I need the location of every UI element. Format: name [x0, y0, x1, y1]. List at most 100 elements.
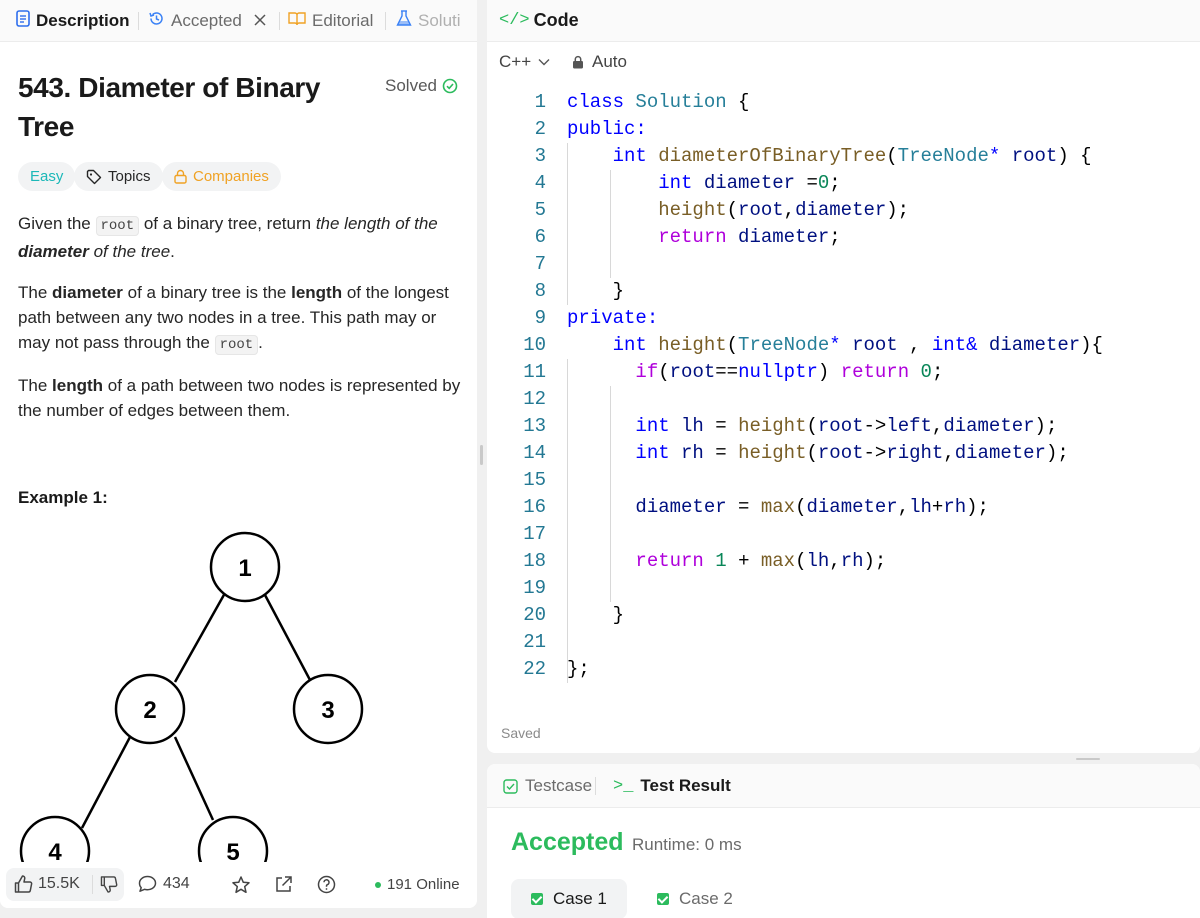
line-number: 6	[534, 226, 546, 248]
code-token: {	[726, 91, 750, 113]
code-line[interactable]: 13 int lh = height(root->left,diameter);	[487, 413, 1200, 440]
check-circle-icon	[442, 78, 458, 94]
code-line[interactable]: 3 int diameterOfBinaryTree(TreeNode* roo…	[487, 143, 1200, 170]
history-icon	[148, 10, 165, 32]
line-content: if(root==nullptr) return 0;	[567, 359, 943, 386]
line-number: 1	[534, 91, 546, 113]
companies-chip[interactable]: Companies	[162, 162, 281, 191]
topics-label: Topics	[108, 168, 151, 185]
comment-icon	[138, 875, 157, 892]
share-button[interactable]	[274, 875, 293, 899]
code-token: );	[966, 496, 989, 518]
vote-group: 15.5K	[6, 868, 124, 901]
comments-button[interactable]: 434	[138, 875, 190, 893]
code-line[interactable]: 9 private:	[487, 305, 1200, 332]
tree-node-label: 3	[321, 697, 334, 724]
code-header: </> Code	[487, 0, 1200, 42]
close-tab-icon[interactable]	[254, 11, 266, 31]
code-token: rh	[681, 442, 716, 464]
code-line[interactable]: 10 int height(TreeNode* root , int& diam…	[487, 332, 1200, 359]
code-token: (	[886, 145, 898, 167]
auto-mode[interactable]: Auto	[572, 52, 627, 72]
code-token: ,	[943, 442, 955, 464]
code-line[interactable]: 2 public:	[487, 116, 1200, 143]
tab-description[interactable]: Description	[16, 0, 130, 42]
topics-chip[interactable]: Topics	[74, 162, 163, 191]
code-title: Code	[533, 10, 579, 30]
online-status: 191 Online	[375, 876, 460, 893]
case-2-tab[interactable]: Case 2	[637, 879, 753, 918]
language-select[interactable]: C++	[499, 52, 550, 72]
code-line[interactable]: 22};	[487, 656, 1200, 683]
code-token: private:	[567, 307, 659, 329]
code-token: diameter	[806, 496, 898, 518]
tab-test-result[interactable]: >_ Test Result	[613, 764, 731, 808]
code-line[interactable]: 17	[487, 521, 1200, 548]
text: .	[258, 333, 263, 352]
code-line[interactable]: 18 return 1 + max(lh,rh);	[487, 548, 1200, 575]
code-line[interactable]: 14 int rh = height(root->right,diameter)…	[487, 440, 1200, 467]
example-tree-diagram: 1 2 3 4 5	[19, 531, 364, 862]
case-label: Case 1	[553, 889, 607, 908]
vertical-resize-handle[interactable]	[480, 445, 483, 465]
code-token: int	[612, 334, 659, 356]
code-line[interactable]: 5 height(root,diameter);	[487, 197, 1200, 224]
code-token: ){	[1080, 334, 1103, 356]
code-line[interactable]: 16 diameter = max(diameter,lh+rh);	[487, 494, 1200, 521]
test-tabbar: Testcase >_ Test Result	[487, 764, 1200, 808]
tab-testcase[interactable]: Testcase	[503, 764, 592, 808]
line-content: int diameterOfBinaryTree(TreeNode* root)…	[567, 143, 1092, 170]
text: The	[18, 376, 53, 395]
code-line[interactable]: 4 int diameter =0;	[487, 170, 1200, 197]
problem-paragraph-1: Given the root of a binary tree, return …	[18, 211, 463, 264]
tab-editorial[interactable]: Editorial	[288, 0, 373, 42]
code-token: int&	[931, 334, 989, 356]
online-dot	[375, 881, 381, 888]
code-line[interactable]: 15	[487, 467, 1200, 494]
code-line[interactable]: 6 return diameter;	[487, 224, 1200, 251]
star-icon	[232, 876, 250, 894]
code-token: root	[817, 415, 864, 437]
language-label: C++	[499, 52, 532, 71]
inline-code: root	[214, 335, 259, 355]
help-button[interactable]	[317, 875, 336, 899]
code-token: *	[988, 145, 1012, 167]
code-token: }	[567, 280, 625, 302]
code-token: )	[817, 361, 841, 383]
code-editor[interactable]: 1 class Solution {2 public: 3 int diameterO…	[487, 89, 1200, 699]
like-button[interactable]: 15.5K	[14, 875, 80, 893]
code-line[interactable]: 12	[487, 386, 1200, 413]
favorite-button[interactable]	[231, 875, 251, 900]
check-icon	[531, 893, 543, 905]
code-line[interactable]: 19	[487, 575, 1200, 602]
line-number: 10	[523, 334, 546, 356]
horizontal-resize-handle[interactable]	[1076, 758, 1100, 760]
tab-solutions[interactable]: Soluti	[396, 0, 461, 42]
code-token: return	[635, 550, 716, 572]
line-number: 22	[523, 658, 546, 680]
flask-icon	[396, 10, 412, 32]
dislike-button[interactable]	[100, 876, 119, 898]
code-token: 0	[920, 361, 932, 383]
code-token: =	[738, 496, 761, 518]
code-line[interactable]: 20 }	[487, 602, 1200, 629]
tab-testcase-label: Testcase	[525, 776, 593, 795]
code-token: ,	[897, 496, 910, 518]
case-1-tab[interactable]: Case 1	[511, 879, 627, 918]
code-token: (	[806, 415, 818, 437]
code-line[interactable]: 8 }	[487, 278, 1200, 305]
code-token: ->	[863, 442, 887, 464]
check-icon	[657, 893, 669, 905]
code-line[interactable]: 21	[487, 629, 1200, 656]
code-line[interactable]: 7	[487, 251, 1200, 278]
code-token: }	[567, 604, 625, 626]
line-number: 20	[523, 604, 546, 626]
tab-accepted[interactable]: Accepted	[148, 0, 266, 42]
code-line[interactable]: 11 if(root==nullptr) return 0;	[487, 359, 1200, 386]
code-line[interactable]: 1 class Solution {	[487, 89, 1200, 116]
code-toolbar: C++ Auto	[487, 42, 1200, 82]
code-token: );	[886, 199, 910, 221]
